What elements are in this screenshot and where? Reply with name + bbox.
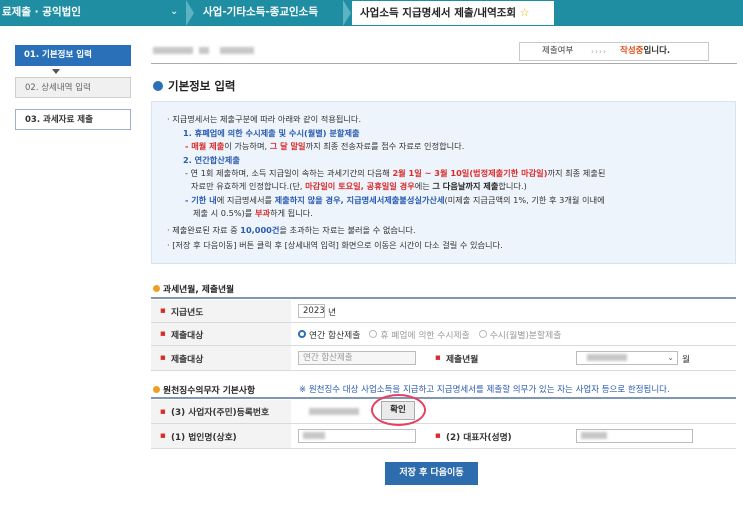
notice-text: ※ 원천징수 대상 사업소득을 지급하고 지급명세서를 제출할 의무가 있는 자… bbox=[299, 385, 670, 395]
field-label: ▪ 제출대상 bbox=[151, 346, 291, 370]
divider bbox=[151, 63, 737, 64]
breadcrumb-current: 사업소득 지급명세서 제출/내역조회 ☆ bbox=[352, 1, 554, 25]
star-icon[interactable]: ☆ bbox=[520, 6, 530, 19]
bizno-value-blurred bbox=[309, 408, 359, 415]
form-row-pay-year: ▪ 지급년도 2023 년 bbox=[151, 300, 736, 323]
divider bbox=[151, 397, 736, 399]
submit-month-unit: 월 bbox=[682, 354, 691, 365]
rep-name-input[interactable] bbox=[576, 429, 693, 443]
notice-line: 1. 휴폐업에 의한 수시제출 및 수시(월별) 분할제출 bbox=[183, 128, 360, 138]
form-row-target-month: ▪ 제출대상 연간 합산제출 ▪ 제출년월 ⌄ 월 bbox=[151, 346, 736, 371]
status-value: 작성중입니다. bbox=[620, 46, 671, 56]
chevron-down-icon: ⌄ bbox=[667, 353, 674, 362]
status-arrows: ›››› bbox=[591, 47, 607, 56]
field-label: ▪ (3) 사업자(주민)등록번호 bbox=[151, 400, 291, 423]
chevron-down-icon[interactable]: ⌄ bbox=[170, 0, 178, 24]
field-label: ▪ (2) 대표자(성명) bbox=[435, 431, 512, 443]
section-title: 기본정보 입력 bbox=[153, 78, 235, 94]
notice-line: · [저장 후 다음이동] 버튼 클릭 후 [상세내역 입력] 화면으로 이동은… bbox=[167, 240, 503, 250]
radio-closure[interactable] bbox=[369, 330, 378, 338]
notice-line: · 제출완료된 자료 중 10,000건을 초과하는 자료는 불러올 수 없습니… bbox=[167, 225, 416, 235]
notice-line: · 지급명세서는 제출구분에 따라 아래와 같이 적용됩니다. bbox=[167, 114, 362, 124]
target-readonly-field: 연간 합산제출 bbox=[298, 351, 416, 365]
breadcrumb: 료제출 · 공익법인 ⌄ 사업-기타소득-종교인소득 사업소득 지급명세서 제출… bbox=[0, 0, 743, 26]
subsection-title: 원천징수의무자 기본사항 bbox=[153, 383, 255, 396]
form-row-corp: ▪ (1) 법인명(상호) ▪ (2) 대표자(성명) bbox=[151, 424, 736, 449]
notice-line: 자료만 유효하게 인정합니다.(단, 마감일이 토요일, 공휴일일 경우에는 그… bbox=[191, 181, 527, 191]
breadcrumb-item-3: 사업소득 지급명세서 제출/내역조회 bbox=[360, 7, 517, 19]
step-navigation: 01. 기본정보 입력 02. 상세내역 입력 03. 과세자료 제출 bbox=[15, 45, 131, 141]
notice-box: · 지급명세서는 제출구분에 따라 아래와 같이 적용됩니다. 1. 휴폐업에 … bbox=[151, 101, 736, 264]
radio-monthly[interactable] bbox=[478, 330, 487, 338]
section-bullet-icon bbox=[153, 81, 163, 91]
save-next-button[interactable]: 저장 후 다음이동 bbox=[385, 462, 478, 485]
bullet-icon bbox=[153, 285, 160, 292]
radio-monthly-label: 수시(월별)분할제출 bbox=[489, 330, 562, 341]
field-label: ▪ 지급년도 bbox=[151, 300, 291, 322]
notice-line: 2. 연간합산제출 bbox=[183, 155, 240, 165]
notice-line: 제출 시 0.5%)를 부과하게 됩니다. bbox=[193, 208, 313, 218]
field-label: ▪ 제출대상 bbox=[151, 323, 291, 345]
submit-month-select[interactable]: ⌄ bbox=[576, 351, 678, 365]
form-row-bizno: ▪ (3) 사업자(주민)등록번호 bbox=[151, 400, 736, 424]
corp-name-input[interactable] bbox=[298, 429, 416, 443]
radio-annual[interactable] bbox=[298, 330, 306, 338]
pay-year-unit: 년 bbox=[328, 307, 337, 318]
user-info-blurred bbox=[153, 45, 255, 56]
submission-status: 제출여부 ›››› 작성중입니다. bbox=[519, 42, 709, 61]
radio-annual-label: 연간 합산제출 bbox=[309, 330, 361, 341]
breadcrumb-item-1[interactable]: 료제출 · 공익법인 bbox=[2, 0, 81, 26]
field-label: ▪ (1) 법인명(상호) bbox=[151, 424, 291, 448]
notice-line: - 연 1회 제출하며, 소득 지급일이 속하는 과세기간의 다음해 2월 1일… bbox=[185, 168, 606, 178]
step-basic-info[interactable]: 01. 기본정보 입력 bbox=[15, 45, 131, 66]
radio-closure-label: 휴 폐업에 의한 수시제출 bbox=[380, 330, 470, 341]
breadcrumb-separator bbox=[186, 0, 194, 26]
breadcrumb-item-2[interactable]: 사업-기타소득-종교인소득 bbox=[203, 0, 318, 26]
step-arrow-icon bbox=[52, 69, 60, 74]
step-tax-submit[interactable]: 03. 과세자료 제출 bbox=[15, 109, 131, 130]
form-row-target: ▪ 제출대상 연간 합산제출 휴 폐업에 의한 수시제출 수시(월별)분할제출 bbox=[151, 323, 736, 346]
notice-line: - 매월 제출이 가능하며, 그 달 말일까지 최종 전송자료를 접수 자료로 … bbox=[185, 141, 465, 151]
pay-year-input[interactable]: 2023 bbox=[298, 304, 325, 318]
subsection-title: 과세년월, 제출년월 bbox=[153, 282, 234, 295]
step-detail-input[interactable]: 02. 상세내역 입력 bbox=[15, 77, 131, 98]
highlight-circle bbox=[371, 394, 426, 426]
bullet-icon bbox=[153, 386, 160, 393]
field-label: ▪ 제출년월 bbox=[435, 353, 479, 365]
status-label: 제출여부 bbox=[542, 46, 574, 56]
divider bbox=[151, 297, 736, 299]
notice-line: - 기한 내에 지급명세서를 제출하지 않을 경우, 지급명세서제출불성실가산세… bbox=[185, 195, 605, 205]
breadcrumb-separator bbox=[343, 0, 351, 26]
